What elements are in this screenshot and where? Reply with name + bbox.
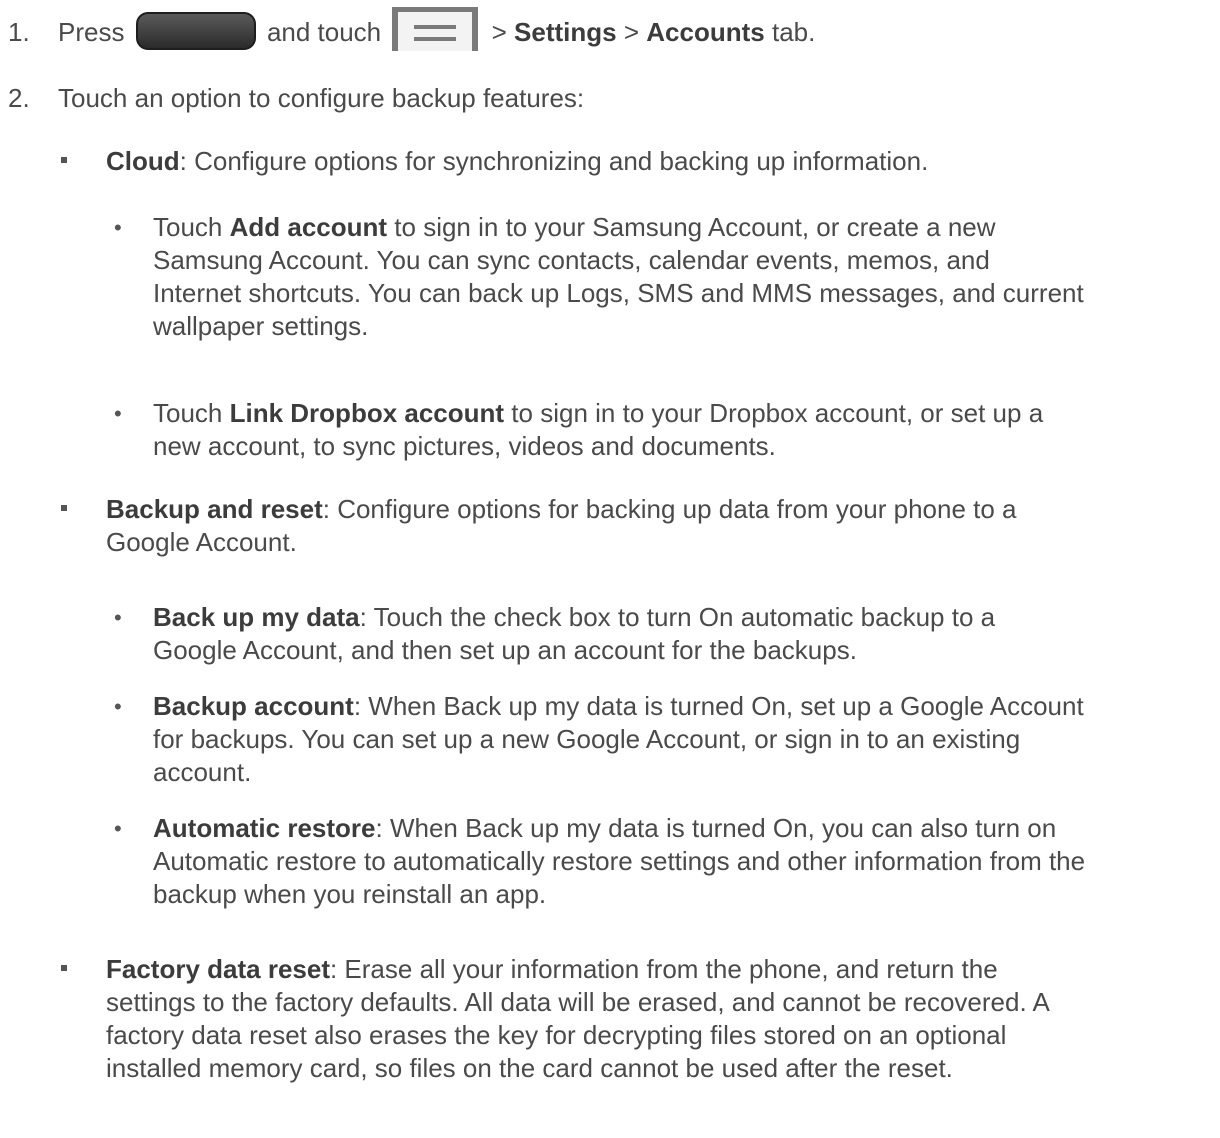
back-up-data-label: Back up my data — [153, 602, 360, 632]
factory-reset-line-3: factory data reset also erases the key f… — [106, 1020, 1007, 1050]
square-bullet-icon — [61, 157, 67, 163]
square-bullet-icon — [61, 965, 67, 971]
backup-account-line-3: account. — [153, 757, 252, 787]
automatic-restore-line-2: Automatic restore to automatically resto… — [153, 846, 1086, 876]
cloud-item-line-1: Cloud: Configure options for synchronizi… — [106, 145, 928, 178]
step-1-text: Press and touch > Settings > Accounts ta… — [58, 7, 816, 52]
add-account-line-1: Touch Add account to sign in to your Sam… — [153, 212, 996, 242]
back-up-data-line-1: Back up my data: Touch the check box to … — [153, 602, 996, 632]
add-account-line-4: wallpaper settings. — [153, 311, 369, 341]
step-1-sep-2: > — [623, 17, 640, 47]
link-dropbox-line-1: Touch Link Dropbox account to sign in to… — [153, 398, 1044, 428]
factory-reset-line-2: settings to the factory defaults. All da… — [106, 987, 1050, 1017]
add-account-line-2: Samsung Account. You can sync contacts, … — [153, 245, 990, 275]
step-1-sep-1: > — [491, 17, 507, 47]
round-bullet-icon: • — [114, 694, 122, 719]
automatic-restore-line-1: Automatic restore: When Back up my data … — [153, 813, 1057, 843]
backup-reset-line-1: Backup and reset: Configure options for … — [106, 494, 1017, 524]
step-2-text: Touch an option to configure backup feat… — [58, 83, 585, 113]
factory-reset-line-4: installed memory card, so files on the c… — [106, 1053, 953, 1083]
backup-account-line-1: Backup account: When Back up my data is … — [153, 691, 1084, 721]
step-1-settings: Settings — [514, 17, 617, 47]
menu-icon — [392, 7, 479, 52]
home-key-icon — [135, 12, 256, 51]
factory-reset-title: Factory data reset — [106, 954, 330, 984]
backup-reset-title: Backup and reset — [106, 494, 323, 524]
step-1-press: Press — [58, 17, 125, 47]
round-bullet-icon: • — [114, 401, 122, 426]
step-1-accounts: Accounts — [646, 17, 765, 47]
cloud-title: Cloud — [106, 146, 180, 176]
round-bullet-icon: • — [114, 215, 122, 240]
round-bullet-icon: • — [114, 605, 122, 630]
backup-reset-line-2: Google Account. — [106, 527, 297, 557]
step-2-number: 2. — [8, 83, 30, 113]
add-account-label: Add account — [229, 212, 388, 242]
step-1-and-touch: and touch — [266, 17, 382, 47]
back-up-data-line-2: Google Account, and then set up an accou… — [153, 635, 857, 665]
factory-reset-line-1: Factory data reset: Erase all your infor… — [106, 954, 998, 984]
step-1-tab: tab. — [771, 17, 816, 47]
step-1-number: 1. — [8, 17, 30, 47]
backup-account-line-2: for backups. You can set up a new Google… — [153, 724, 1021, 754]
add-account-line-3: Internet shortcuts. You can back up Logs… — [153, 278, 1084, 308]
automatic-restore-line-3: backup when you reinstall an app. — [153, 879, 547, 909]
backup-account-label: Backup account — [153, 691, 354, 721]
cloud-desc: : Configure options for synchronizing an… — [179, 146, 929, 176]
link-dropbox-label: Link Dropbox account — [229, 398, 505, 428]
round-bullet-icon: • — [114, 816, 122, 841]
document-page: 1. Press and touch > Settings > Accounts… — [0, 0, 1220, 1138]
automatic-restore-label: Automatic restore — [153, 813, 376, 843]
square-bullet-icon — [61, 505, 67, 511]
link-dropbox-line-2: new account, to sync pictures, videos an… — [153, 431, 776, 461]
